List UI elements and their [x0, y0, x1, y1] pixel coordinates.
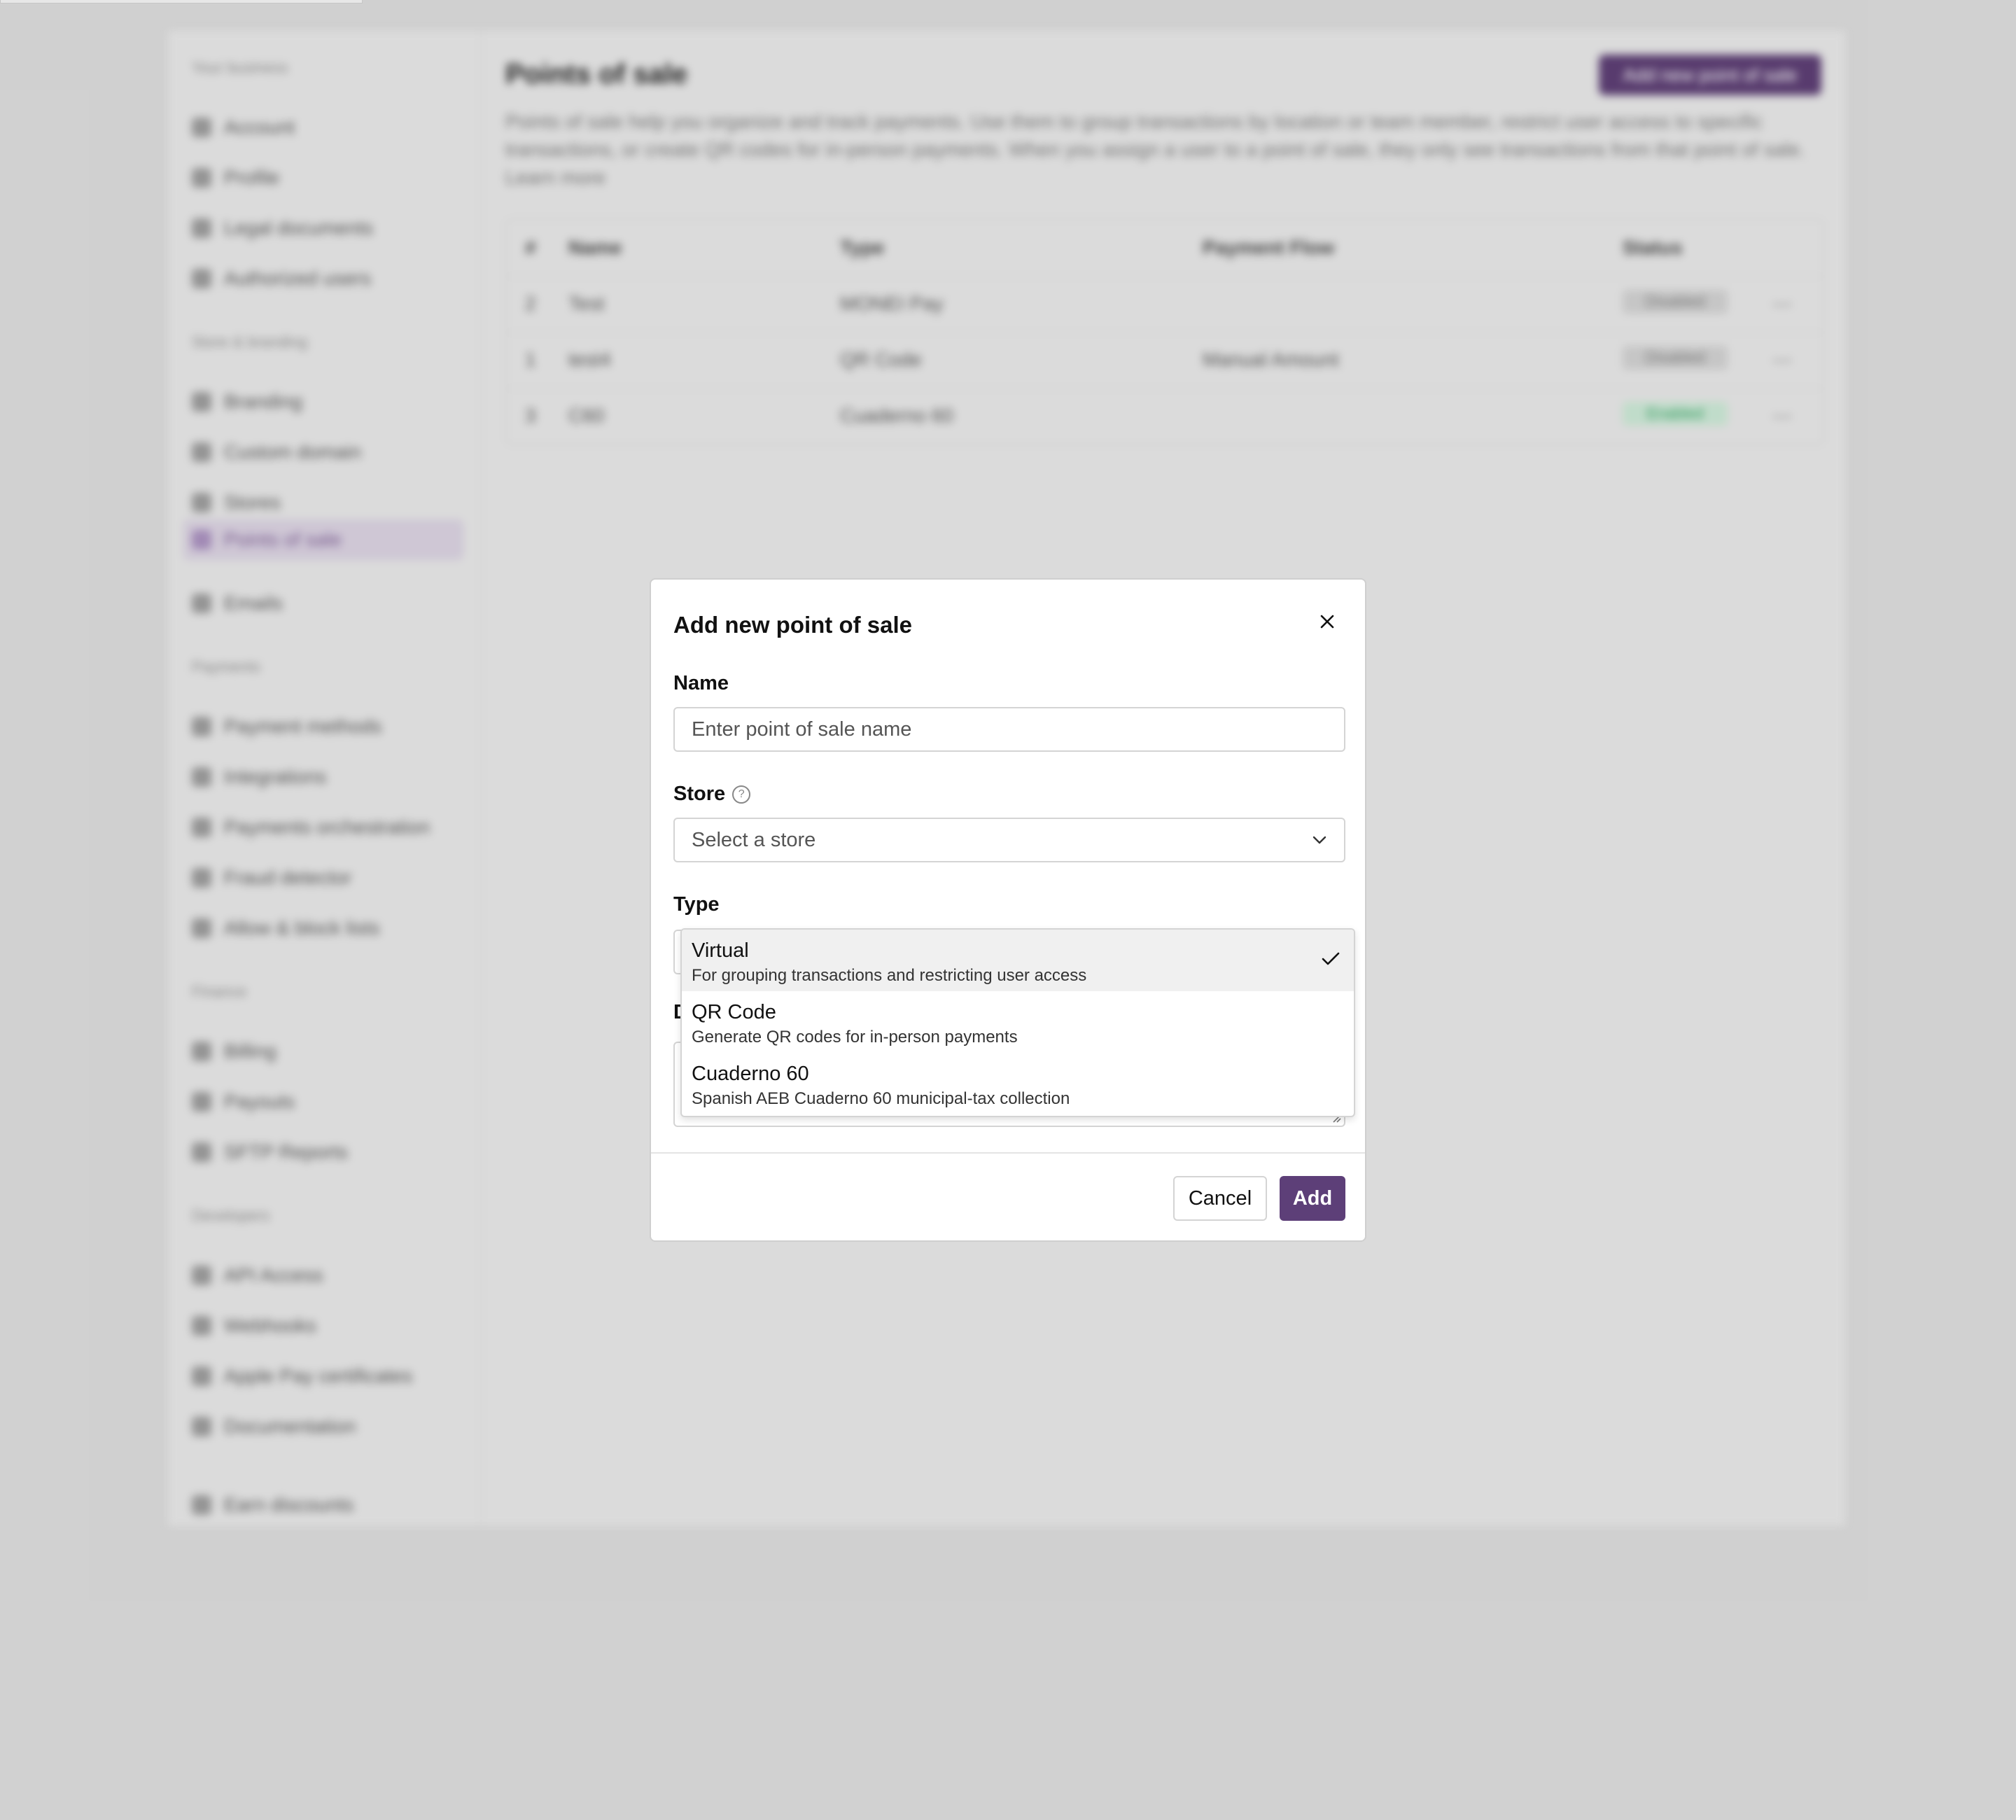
option-description: Spanish AEB Cuaderno 60 municipal-tax co…: [692, 1089, 1070, 1108]
footer-divider: [651, 1152, 1365, 1154]
store-select[interactable]: Select a store: [673, 818, 1345, 862]
name-input[interactable]: [673, 707, 1345, 752]
option-label: Cuaderno 60: [692, 1063, 809, 1085]
store-label-row: Store ?: [673, 783, 751, 806]
option-description: Generate QR codes for in-person payments: [692, 1028, 1018, 1046]
add-button[interactable]: Add: [1280, 1176, 1345, 1221]
name-label: Name: [673, 672, 729, 694]
modal-title: Add new point of sale: [673, 612, 913, 638]
type-option-cuaderno-60[interactable]: Cuaderno 60 Spanish AEB Cuaderno 60 muni…: [682, 1053, 1354, 1114]
check-icon: [1322, 952, 1340, 965]
chevron-down-icon: [1312, 836, 1326, 844]
type-option-qr-code[interactable]: QR Code Generate QR codes for in-person …: [682, 991, 1354, 1053]
close-icon[interactable]: [1315, 609, 1340, 634]
help-icon[interactable]: ?: [732, 785, 751, 804]
type-label: Type: [673, 893, 720, 916]
cancel-button[interactable]: Cancel: [1173, 1176, 1267, 1221]
option-label: Virtual: [692, 939, 749, 962]
option-description: For grouping transactions and restrictin…: [692, 966, 1087, 985]
type-dropdown-menu: Virtual For grouping transactions and re…: [680, 928, 1355, 1117]
store-label: Store: [673, 783, 726, 805]
add-point-of-sale-modal: Add new point of sale Name Store ? Selec…: [650, 578, 1366, 1242]
type-option-virtual[interactable]: Virtual For grouping transactions and re…: [682, 930, 1354, 991]
option-label: QR Code: [692, 1001, 776, 1023]
store-select-value: Select a store: [692, 828, 816, 851]
